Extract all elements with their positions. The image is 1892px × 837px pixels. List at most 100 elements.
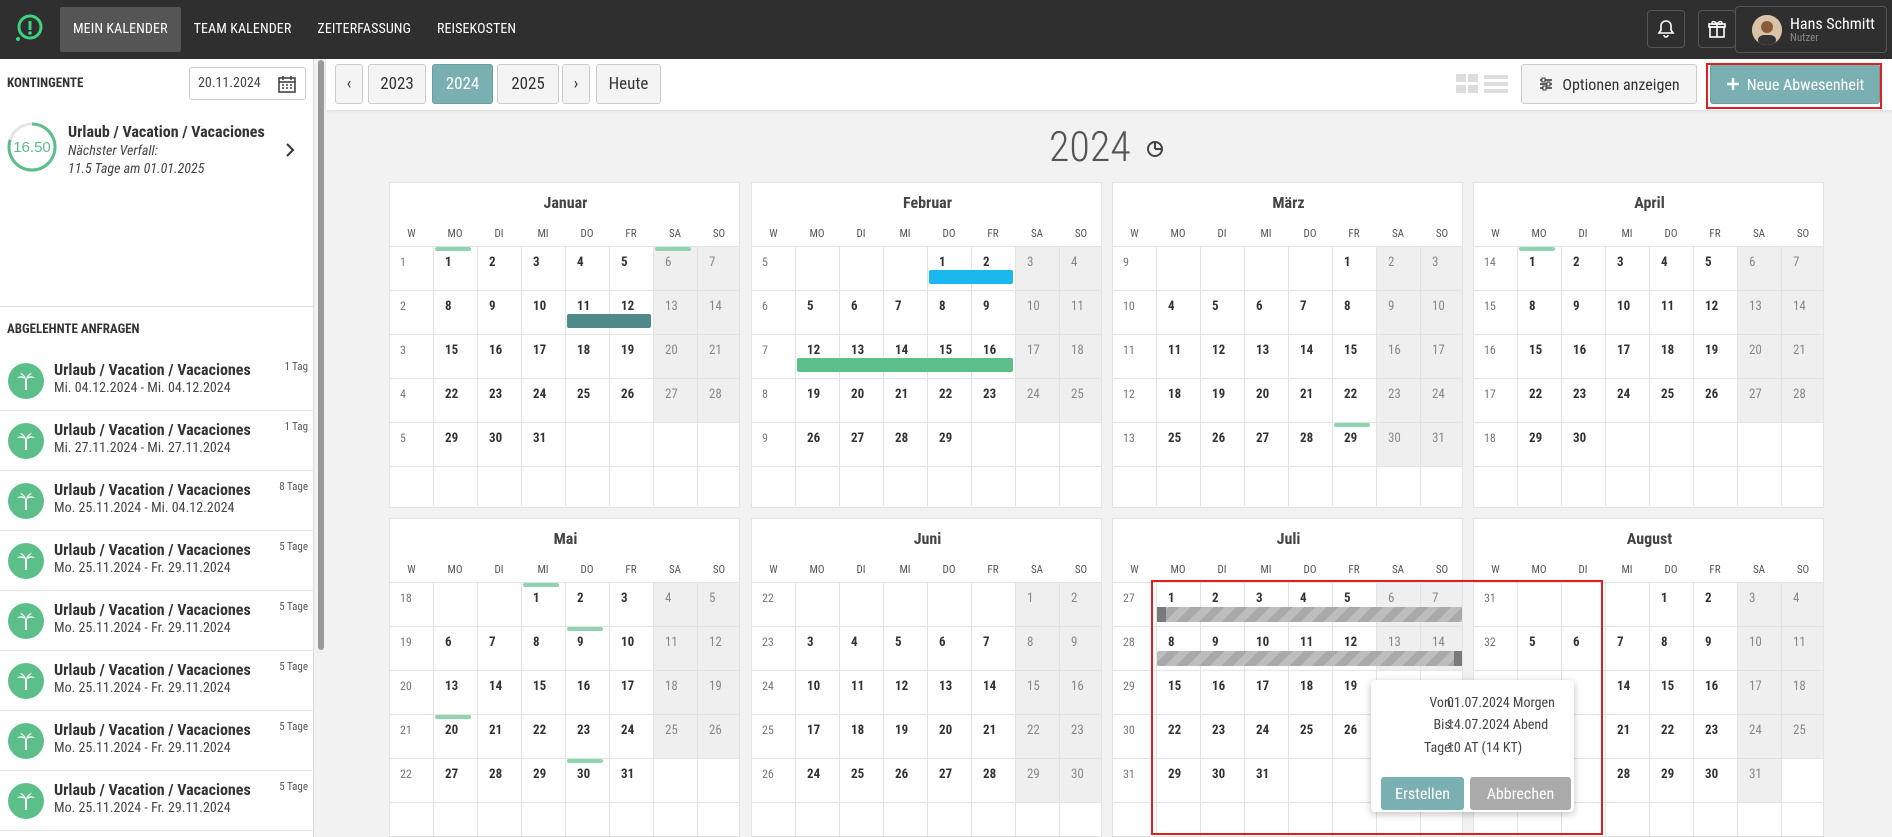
day-cell[interactable]: 19: [1212, 387, 1225, 402]
day-cell[interactable]: 15: [533, 679, 546, 694]
day-cell[interactable]: 10: [1027, 299, 1040, 314]
day-cell[interactable]: 29: [1168, 767, 1181, 782]
day-cell[interactable]: 30: [489, 431, 502, 446]
day-cell[interactable]: 30: [1071, 767, 1084, 782]
day-cell[interactable]: 21: [1617, 723, 1630, 738]
day-cell[interactable]: 20: [1749, 343, 1762, 358]
year-2025-button[interactable]: 2025: [497, 64, 559, 104]
day-cell[interactable]: 28: [1617, 767, 1630, 782]
day-cell[interactable]: 8: [1168, 635, 1175, 650]
day-cell[interactable]: 9: [983, 299, 990, 314]
day-cell[interactable]: 10: [533, 299, 546, 314]
absence-bar[interactable]: [567, 314, 651, 328]
day-cell[interactable]: 28: [1300, 431, 1313, 446]
day-cell[interactable]: 10: [621, 635, 634, 650]
next-year-button[interactable]: ›: [562, 64, 590, 104]
day-cell[interactable]: 19: [709, 679, 722, 694]
day-cell[interactable]: 1: [445, 255, 452, 270]
day-cell[interactable]: 20: [851, 387, 864, 402]
day-cell[interactable]: 22: [533, 723, 546, 738]
day-cell[interactable]: 23: [577, 723, 590, 738]
day-cell[interactable]: 19: [621, 343, 634, 358]
weekend-cell[interactable]: [653, 246, 697, 290]
calendar-icon[interactable]: [277, 74, 297, 106]
day-cell[interactable]: 2: [489, 255, 496, 270]
day-cell[interactable]: 5: [621, 255, 628, 270]
day-cell[interactable]: 20: [445, 723, 458, 738]
day-cell[interactable]: 14: [1432, 635, 1445, 650]
day-cell[interactable]: 23: [1071, 723, 1084, 738]
create-button[interactable]: Erstellen: [1381, 777, 1464, 810]
day-cell[interactable]: 3: [1432, 255, 1438, 270]
day-cell[interactable]: 7: [1432, 591, 1438, 606]
day-cell[interactable]: 9: [489, 299, 496, 314]
day-cell[interactable]: 26: [621, 387, 634, 402]
day-cell[interactable]: 31: [533, 431, 546, 446]
day-cell[interactable]: 27: [665, 387, 678, 402]
day-cell[interactable]: 3: [1027, 255, 1033, 270]
day-cell[interactable]: 9: [1071, 635, 1077, 650]
day-cell[interactable]: 1: [1168, 591, 1175, 606]
day-cell[interactable]: 16: [1071, 679, 1084, 694]
day-cell[interactable]: 11: [577, 299, 590, 314]
day-cell[interactable]: 15: [1344, 343, 1357, 358]
absence-bar[interactable]: [797, 358, 1013, 372]
day-cell[interactable]: 11: [1661, 299, 1674, 314]
day-cell[interactable]: 8: [1027, 635, 1033, 650]
day-cell[interactable]: 18: [665, 679, 678, 694]
day-cell[interactable]: 24: [1027, 387, 1040, 402]
day-cell[interactable]: 9: [1212, 635, 1219, 650]
list-item[interactable]: Urlaub / Vacation / Vacaciones Mi. 04.12.…: [0, 352, 314, 411]
sidebar-scrollbar[interactable]: [318, 60, 324, 650]
day-cell[interactable]: 14: [983, 679, 996, 694]
day-cell[interactable]: 16: [1573, 343, 1586, 358]
day-cell[interactable]: 22: [1529, 387, 1542, 402]
day-cell[interactable]: 6: [1573, 635, 1580, 650]
day-cell[interactable]: 1: [1661, 591, 1668, 606]
weekend-cell[interactable]: [1015, 582, 1059, 626]
list-item[interactable]: Urlaub / Vacation / Vacaciones Mo. 25.11.…: [0, 772, 314, 831]
day-cell[interactable]: 5: [1705, 255, 1712, 270]
weekend-cell[interactable]: [1059, 582, 1101, 626]
day-cell[interactable]: 6: [665, 255, 671, 270]
day-cell[interactable]: 16: [1388, 343, 1401, 358]
day-cell[interactable]: 10: [1749, 635, 1762, 650]
day-cell[interactable]: 14: [489, 679, 502, 694]
day-cell[interactable]: 26: [709, 723, 722, 738]
day-cell[interactable]: 4: [1793, 591, 1799, 606]
day-cell[interactable]: 6: [851, 299, 858, 314]
day-cell[interactable]: 16: [1212, 679, 1225, 694]
options-button[interactable]: Optionen anzeigen: [1521, 64, 1697, 104]
day-cell[interactable]: 6: [1388, 591, 1394, 606]
day-cell[interactable]: 17: [1256, 679, 1269, 694]
today-button[interactable]: Heute: [596, 64, 661, 104]
day-cell[interactable]: 19: [1344, 679, 1357, 694]
day-cell[interactable]: 29: [939, 431, 952, 446]
day-cell[interactable]: 21: [489, 723, 502, 738]
day-cell[interactable]: 27: [939, 767, 952, 782]
day-cell[interactable]: 27: [851, 431, 864, 446]
resize-handle[interactable]: [1454, 651, 1462, 666]
day-cell[interactable]: 22: [1027, 723, 1040, 738]
day-cell[interactable]: 19: [895, 723, 908, 738]
day-cell[interactable]: 9: [577, 635, 584, 650]
nav-team-kalender[interactable]: TEAM KALENDER: [181, 7, 305, 52]
day-cell[interactable]: 19: [1705, 343, 1718, 358]
cancel-button[interactable]: Abbrechen: [1470, 777, 1571, 810]
day-cell[interactable]: 4: [851, 635, 858, 650]
day-cell[interactable]: 27: [1749, 387, 1762, 402]
year-2024-button[interactable]: 2024: [432, 64, 493, 104]
day-cell[interactable]: 1: [533, 591, 540, 606]
day-cell[interactable]: 28: [489, 767, 502, 782]
list-item[interactable]: Urlaub / Vacation / Vacaciones Mo. 25.11.…: [0, 592, 314, 651]
day-cell[interactable]: 14: [1793, 299, 1806, 314]
day-cell[interactable]: 10: [1617, 299, 1630, 314]
day-cell[interactable]: 20: [939, 723, 952, 738]
day-cell[interactable]: 30: [1388, 431, 1401, 446]
day-cell[interactable]: 3: [807, 635, 814, 650]
day-cell[interactable]: 25: [1300, 723, 1313, 738]
day-cell[interactable]: 30: [1573, 431, 1586, 446]
day-cell[interactable]: 2: [1388, 255, 1394, 270]
weekend-cell[interactable]: [1737, 582, 1781, 626]
day-cell[interactable]: 13: [445, 679, 458, 694]
